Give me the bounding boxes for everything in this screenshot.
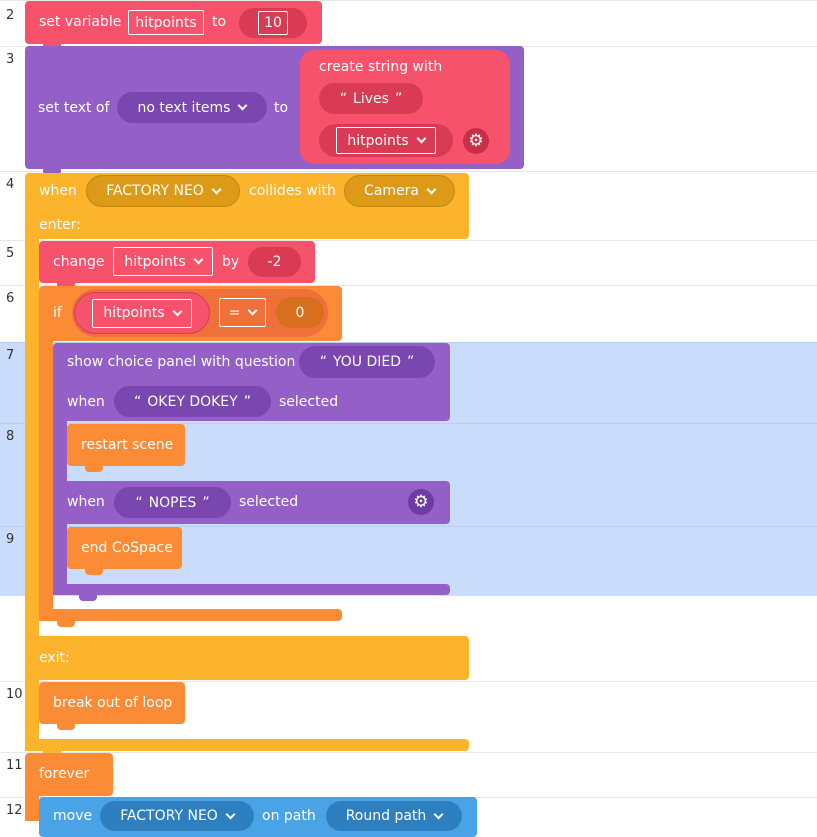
compare-left[interactable]: hitpoints <box>74 292 210 334</box>
collides-bottom-arm <box>25 739 469 751</box>
line-number: 10 <box>6 687 23 702</box>
move-on-path-block[interactable]: move FACTORY NEO on path Round path <box>39 797 477 837</box>
variable-dropdown[interactable]: hitpoints <box>128 10 204 35</box>
selected-label: selected <box>279 394 339 410</box>
value-slot[interactable]: 10 <box>239 8 307 38</box>
object-dropdown[interactable]: FACTORY NEO <box>100 801 254 831</box>
chevron-down-icon <box>416 133 427 144</box>
number-input[interactable]: 10 <box>258 11 288 35</box>
change-label: change <box>53 254 105 270</box>
block-connector <box>79 595 97 601</box>
question-input[interactable]: “YOU DIED” <box>299 346 435 378</box>
change-value[interactable]: -2 <box>248 247 301 277</box>
compare-right[interactable]: 0 <box>276 297 324 328</box>
chevron-down-icon <box>426 184 437 194</box>
if-block[interactable]: if hitpoints = 0 <box>39 286 342 341</box>
if-left-arm <box>39 338 53 621</box>
object-dropdown[interactable]: FACTORY NEO <box>86 175 240 207</box>
set-variable-label: set variable <box>39 14 122 30</box>
line-number: 2 <box>6 8 15 23</box>
block-connector <box>57 724 75 730</box>
to-label: to <box>274 100 289 116</box>
collide-target-dropdown[interactable]: Camera <box>344 175 455 207</box>
text-target-dropdown[interactable]: no text items <box>117 92 267 123</box>
line-number: 12 <box>6 803 23 818</box>
choice-panel-label: show choice panel with question <box>67 354 296 370</box>
set-variable-block[interactable]: set variable hitpoints to 10 <box>25 1 322 44</box>
to-label: to <box>212 14 227 30</box>
selected-label: selected <box>239 494 299 510</box>
block-connector <box>85 569 103 575</box>
chevron-down-icon <box>247 305 258 316</box>
option-input[interactable]: “OKEY DOKEY” <box>114 386 271 417</box>
chevron-down-icon <box>433 809 444 819</box>
line-number: 3 <box>6 52 15 67</box>
forever-block[interactable]: forever <box>25 753 113 796</box>
if-label: if <box>53 305 62 321</box>
option-input[interactable]: “NOPES” <box>114 487 231 518</box>
variable-dropdown[interactable]: hitpoints <box>336 127 436 154</box>
when-collides-block[interactable]: when FACTORY NEO collides with Camera en… <box>25 173 469 239</box>
when-label: when <box>67 494 105 510</box>
exit-section[interactable]: exit: <box>25 636 469 680</box>
break-loop-label: break out of loop <box>53 695 173 711</box>
variable-item[interactable]: hitpoints <box>319 124 453 157</box>
string-item[interactable]: “Lives” <box>319 83 423 114</box>
create-string-block[interactable]: create string with “Lives” hitpoints ⚙ <box>300 50 510 164</box>
on-path-label: on path <box>262 808 316 824</box>
line-number: 11 <box>6 758 23 773</box>
variable-dropdown[interactable]: hitpoints <box>92 298 192 328</box>
restart-scene-label: restart scene <box>81 437 174 453</box>
line-number: 9 <box>6 532 15 547</box>
line-number: 4 <box>6 177 15 192</box>
chevron-down-icon <box>172 306 183 316</box>
set-text-label: set text of <box>38 100 110 116</box>
move-label: move <box>53 808 93 824</box>
when-label: when <box>39 183 77 199</box>
path-dropdown[interactable]: Round path <box>326 801 462 831</box>
end-cospace-block[interactable]: end CoSpace <box>67 527 182 569</box>
block-connector <box>57 621 75 627</box>
choice-option2-section[interactable]: when “NOPES” selected ⚙ <box>53 481 450 524</box>
code-row-11: 11 <box>0 752 817 797</box>
if-bottom-arm <box>39 609 342 621</box>
collides-with-label: collides with <box>249 183 336 199</box>
choice-bottom-arm <box>53 584 450 595</box>
change-variable-block[interactable]: change hitpoints by -2 <box>39 241 315 283</box>
chevron-down-icon <box>211 184 222 194</box>
line-number: 7 <box>6 348 15 363</box>
line-number: 8 <box>6 429 15 444</box>
when-label: when <box>67 394 105 410</box>
restart-scene-block[interactable]: restart scene <box>67 424 185 466</box>
block-connector <box>85 466 103 472</box>
line-number: 5 <box>6 246 15 261</box>
operator-dropdown[interactable]: = <box>219 298 266 327</box>
create-string-label: create string with <box>319 59 443 75</box>
by-label: by <box>222 254 240 270</box>
variable-dropdown[interactable]: hitpoints <box>113 247 213 276</box>
choice-panel-block[interactable]: show choice panel with question “YOU DIE… <box>53 343 450 421</box>
line-number: 6 <box>6 291 15 306</box>
end-cospace-label: end CoSpace <box>81 540 173 556</box>
chevron-down-icon <box>193 254 204 265</box>
exit-label: exit: <box>39 650 70 666</box>
forever-left-arm <box>25 793 39 821</box>
gear-icon[interactable]: ⚙ <box>408 489 434 515</box>
chevron-down-icon <box>225 809 236 819</box>
enter-label: enter: <box>39 217 81 233</box>
chevron-down-icon <box>238 100 248 111</box>
gear-icon[interactable]: ⚙ <box>463 128 489 154</box>
break-loop-block[interactable]: break out of loop <box>39 682 185 724</box>
forever-label: forever <box>39 766 90 782</box>
set-text-block[interactable]: set text of no text items to create stri… <box>25 46 524 169</box>
